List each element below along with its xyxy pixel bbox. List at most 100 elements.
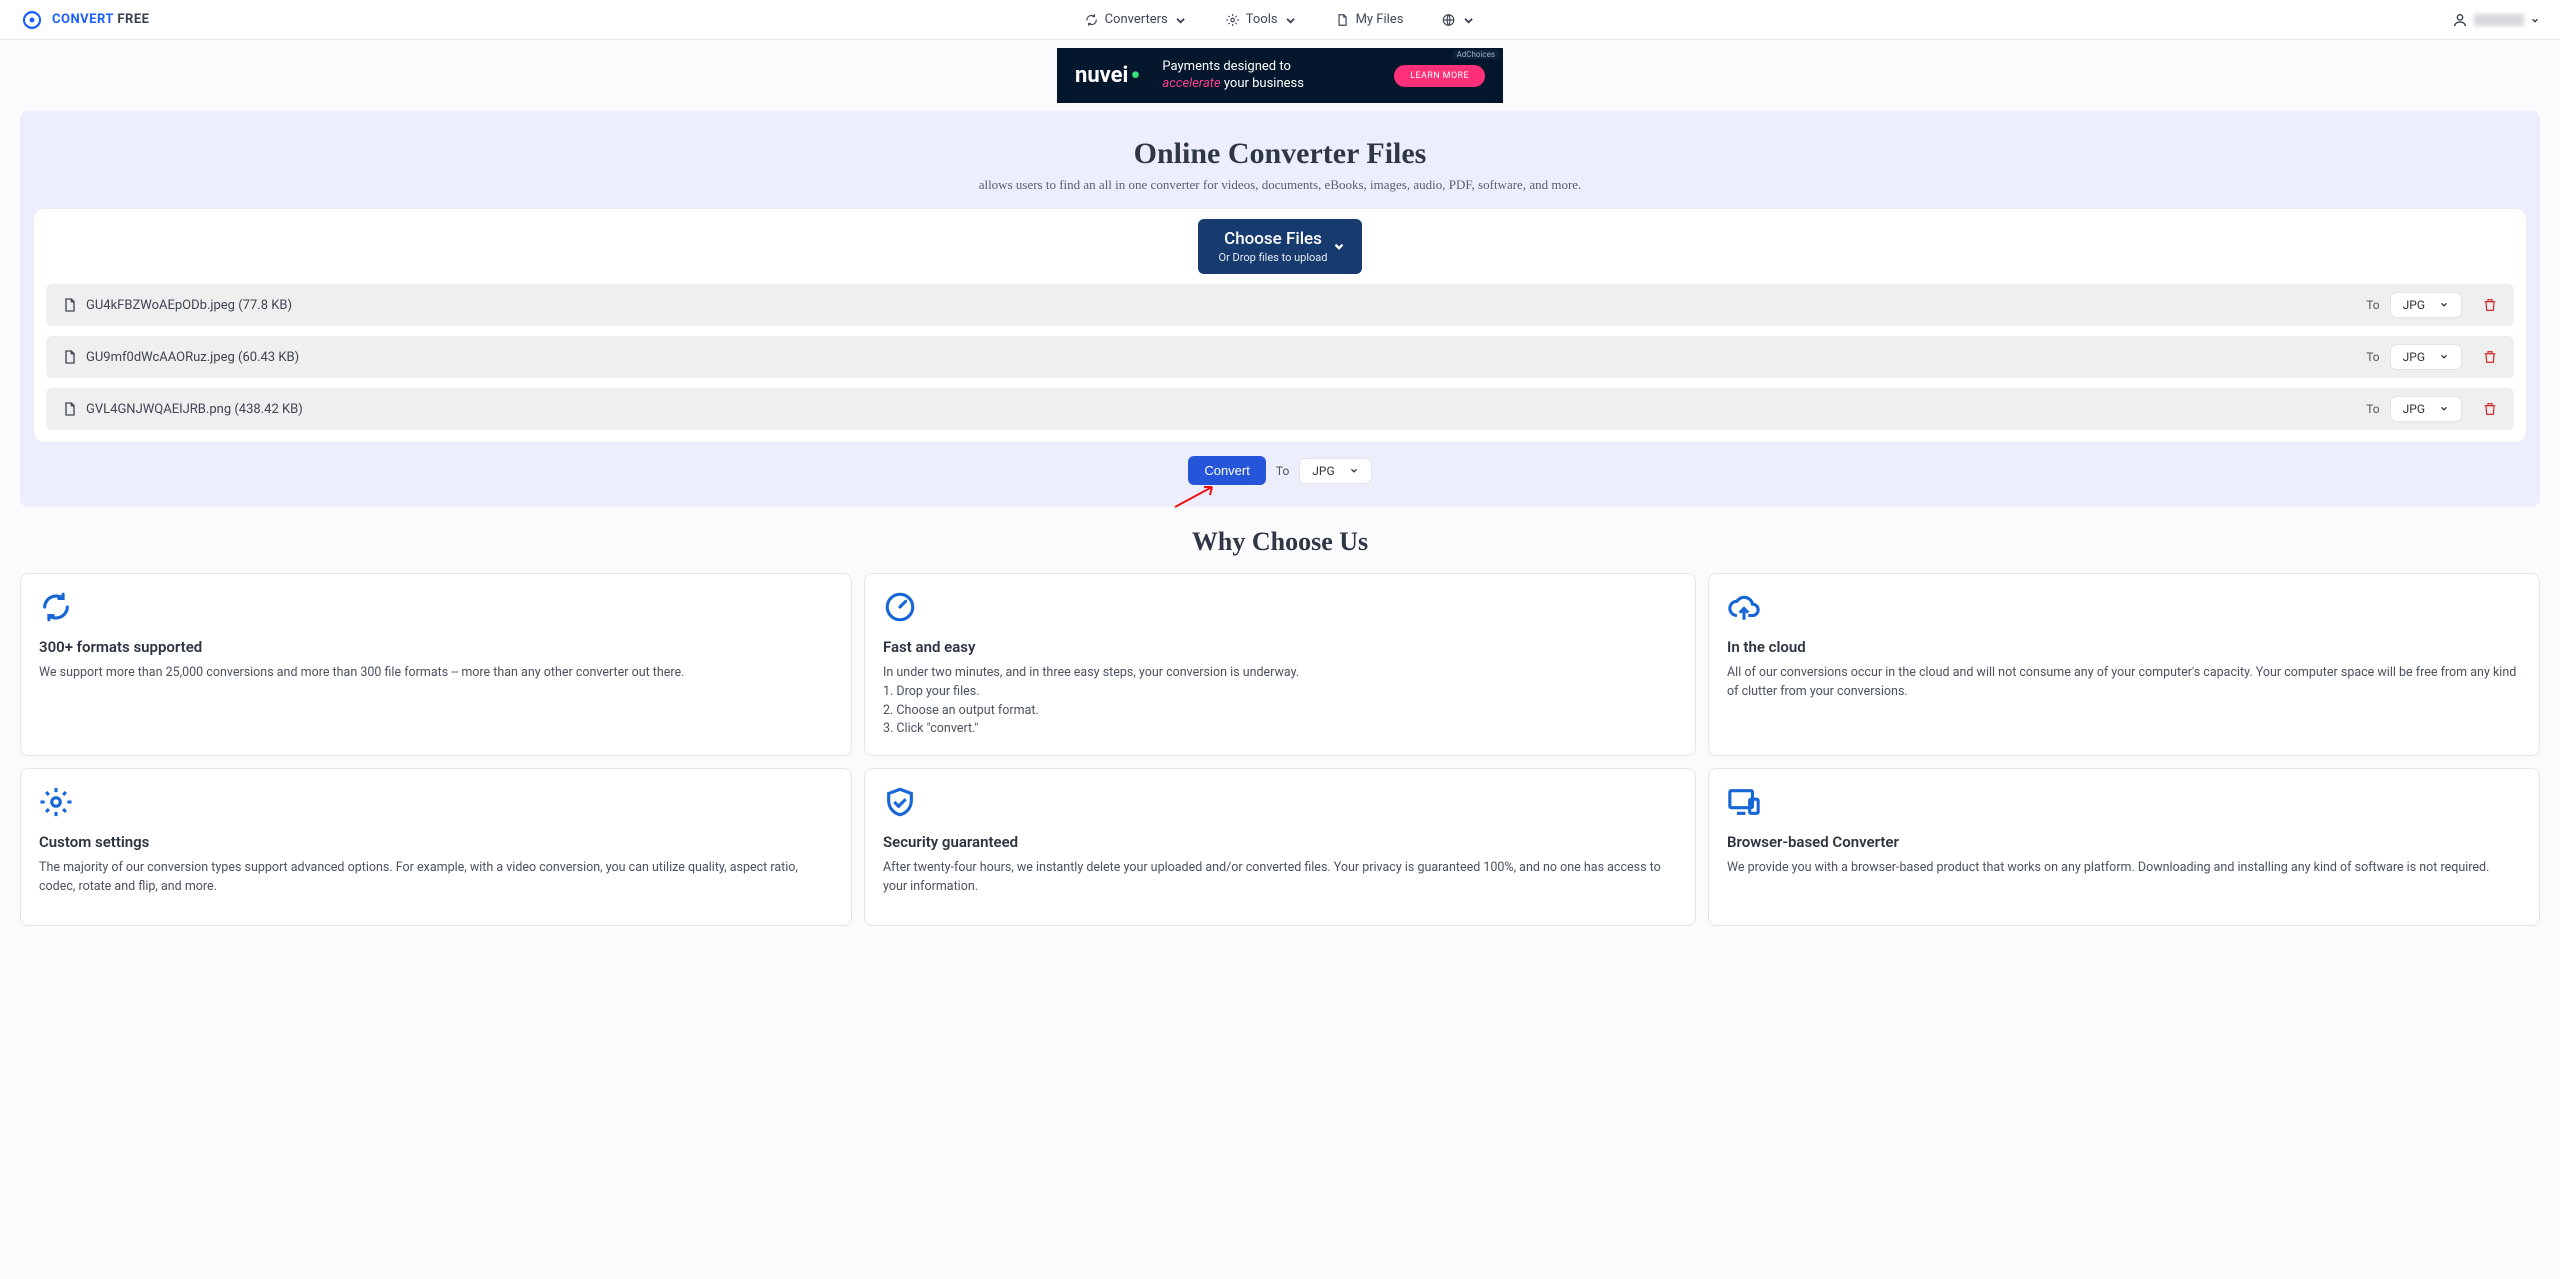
- user-name: [2474, 14, 2524, 26]
- converter-panel: Online Converter Files allows users to f…: [20, 111, 2540, 507]
- to-label: To: [2366, 350, 2379, 364]
- devices-icon: [1727, 785, 1761, 819]
- file-icon: [62, 297, 78, 313]
- to-label: To: [1276, 464, 1289, 478]
- refresh-icon: [1085, 13, 1099, 27]
- chevron-down-icon: [1174, 13, 1188, 27]
- nav-label: My Files: [1356, 12, 1404, 27]
- to-label: To: [2366, 298, 2379, 312]
- feature-title: Fast and easy: [883, 638, 1677, 656]
- choose-main: Choose Files: [1224, 229, 1322, 249]
- feature-title: Browser-based Converter: [1727, 833, 2521, 851]
- settings-icon: [39, 785, 73, 819]
- ad-banner-wrap: AdChoices nuvei• Payments designed to ac…: [0, 40, 2560, 111]
- ad-brand: nuvei: [1075, 63, 1128, 88]
- feature-body: In under two minutes, and in three easy …: [883, 664, 1677, 739]
- ad-cta-button[interactable]: LEARN MORE: [1394, 65, 1485, 87]
- format-value: JPG: [2403, 350, 2425, 364]
- brand-text-2: FREE: [117, 12, 149, 27]
- file-row: GU4kFBZWoAEpODb.jpeg (77.8 KB) To JPG: [46, 284, 2514, 326]
- nav-label: Converters: [1105, 12, 1168, 27]
- choose-files-button[interactable]: Choose Files Or Drop files to upload: [1198, 219, 1362, 274]
- ad-line1: Payments designed to: [1162, 59, 1304, 76]
- feature-title: Custom settings: [39, 833, 833, 851]
- format-select[interactable]: JPG: [2390, 344, 2462, 370]
- top-bar: CONVERT FREE Converters Tools My Files: [0, 0, 2560, 40]
- gear-icon: [1226, 13, 1240, 27]
- file-label: GU9mf0dWcAAORuz.jpeg (60.43 KB): [86, 350, 299, 365]
- format-select[interactable]: JPG: [2390, 396, 2462, 422]
- brand-logo[interactable]: CONVERT FREE: [20, 8, 149, 32]
- delete-icon[interactable]: [2482, 349, 2498, 365]
- feature-title: Security guaranteed: [883, 833, 1677, 851]
- nav-my-files[interactable]: My Files: [1336, 12, 1404, 27]
- nav-label: Tools: [1246, 12, 1278, 27]
- feature-card: In the cloud All of our conversions occu…: [1708, 573, 2540, 756]
- feature-body: After twenty-four hours, we instantly de…: [883, 859, 1677, 897]
- feature-title: In the cloud: [1727, 638, 2521, 656]
- arrow-icon: [1170, 483, 1220, 511]
- chevron-down-icon: [1349, 466, 1359, 476]
- ad-line2: your business: [1221, 76, 1304, 91]
- feature-body: All of our conversions occur in the clou…: [1727, 664, 2521, 702]
- upload-box: Choose Files Or Drop files to upload GU4…: [34, 209, 2526, 442]
- cloud-upload-icon: [1727, 590, 1761, 624]
- file-label: GU4kFBZWoAEpODb.jpeg (77.8 KB): [86, 298, 292, 313]
- chevron-down-icon: [2439, 404, 2449, 414]
- brand-icon: [20, 8, 44, 32]
- brand-text-1: CONVERT: [52, 12, 114, 27]
- chevron-down-icon: [2439, 352, 2449, 362]
- format-value: JPG: [2403, 298, 2425, 312]
- format-value: JPG: [2403, 402, 2425, 416]
- feature-body: We provide you with a browser-based prod…: [1727, 859, 2521, 878]
- ad-banner[interactable]: AdChoices nuvei• Payments designed to ac…: [1057, 48, 1503, 103]
- shield-check-icon: [883, 785, 917, 819]
- file-row: GU9mf0dWcAAORuz.jpeg (60.43 KB) To JPG: [46, 336, 2514, 378]
- feature-card: Security guaranteed After twenty-four ho…: [864, 768, 1696, 926]
- refresh-icon: [39, 590, 73, 624]
- nav-converters[interactable]: Converters: [1085, 12, 1188, 27]
- feature-card: Browser-based Converter We provide you w…: [1708, 768, 2540, 926]
- file-name: GVL4GNJWQAEIJRB.png (438.42 KB): [62, 401, 2346, 417]
- feature-body: The majority of our conversion types sup…: [39, 859, 833, 897]
- delete-icon[interactable]: [2482, 297, 2498, 313]
- chevron-down-icon: [2530, 15, 2540, 25]
- page-subtitle: allows users to find an all in one conve…: [34, 177, 2526, 193]
- feature-card: Custom settings The majority of our conv…: [20, 768, 852, 926]
- convert-button[interactable]: Convert: [1188, 456, 1266, 485]
- main-nav: Converters Tools My Files: [1085, 12, 1476, 27]
- convert-bar: Convert To JPG: [34, 456, 2526, 485]
- format-value: JPG: [1312, 464, 1334, 478]
- choose-sub: Or Drop files to upload: [1219, 251, 1328, 264]
- file-icon: [1336, 13, 1350, 27]
- delete-icon[interactable]: [2482, 401, 2498, 417]
- feature-card: 300+ formats supported We support more t…: [20, 573, 852, 756]
- format-select[interactable]: JPG: [2390, 292, 2462, 318]
- section-title: Why Choose Us: [0, 527, 2560, 557]
- features-grid: 300+ formats supported We support more t…: [0, 573, 2560, 946]
- user-menu[interactable]: [2452, 12, 2540, 28]
- nav-tools[interactable]: Tools: [1226, 12, 1298, 27]
- file-icon: [62, 349, 78, 365]
- ad-italic: accelerate: [1162, 76, 1220, 91]
- adchoices-badge: AdChoices: [1453, 50, 1499, 59]
- feature-card: Fast and easy In under two minutes, and …: [864, 573, 1696, 756]
- chevron-down-icon: [1461, 13, 1475, 27]
- to-label: To: [2366, 402, 2379, 416]
- chevron-down-icon: [1284, 13, 1298, 27]
- ad-text: Payments designed to accelerate your bus…: [1162, 59, 1304, 93]
- speed-icon: [883, 590, 917, 624]
- file-name: GU4kFBZWoAEpODb.jpeg (77.8 KB): [62, 297, 2346, 313]
- nav-language[interactable]: [1441, 13, 1475, 27]
- globe-icon: [1441, 13, 1455, 27]
- format-select-global[interactable]: JPG: [1299, 458, 1371, 484]
- file-row: GVL4GNJWQAEIJRB.png (438.42 KB) To JPG: [46, 388, 2514, 430]
- page-title: Online Converter Files: [34, 137, 2526, 171]
- file-icon: [62, 401, 78, 417]
- user-icon: [2452, 12, 2468, 28]
- file-label: GVL4GNJWQAEIJRB.png (438.42 KB): [86, 402, 303, 417]
- file-name: GU9mf0dWcAAORuz.jpeg (60.43 KB): [62, 349, 2346, 365]
- chevron-down-icon: [1332, 240, 1346, 254]
- feature-title: 300+ formats supported: [39, 638, 833, 656]
- feature-body: We support more than 25,000 conversions …: [39, 664, 833, 683]
